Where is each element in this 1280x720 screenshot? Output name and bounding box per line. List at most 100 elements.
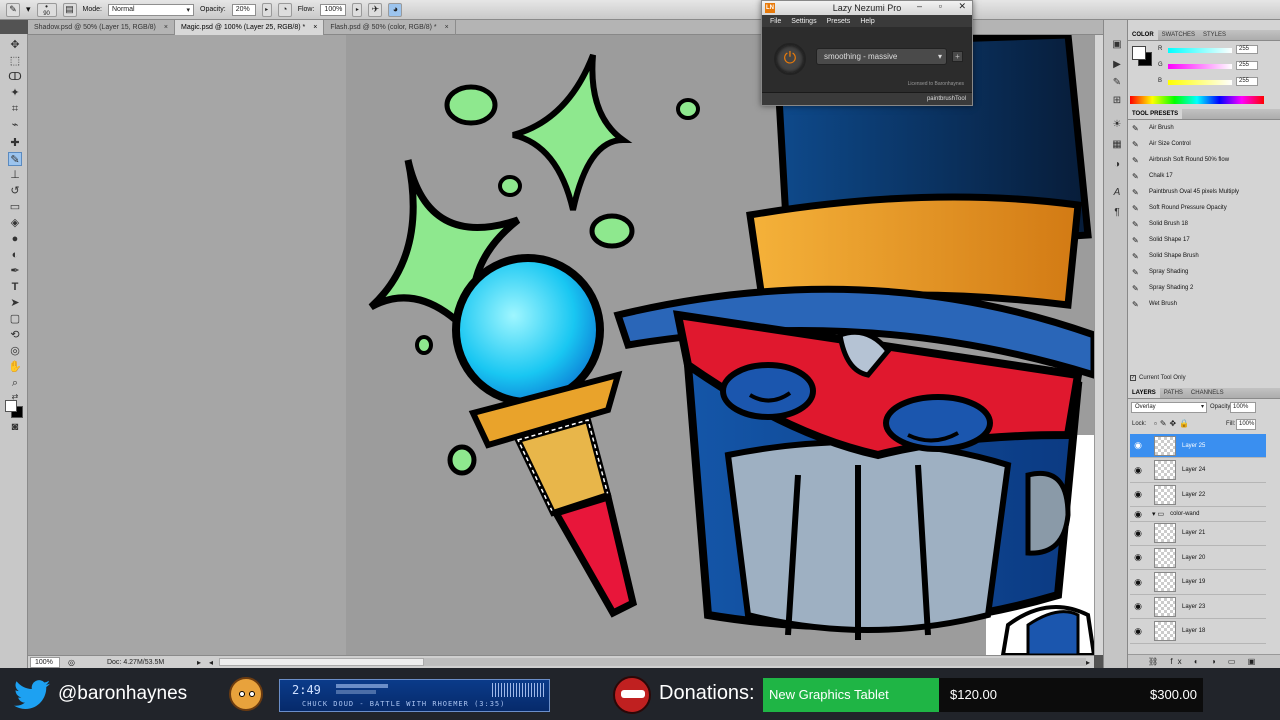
eraser-tool-icon[interactable]: ▭ xyxy=(8,200,22,214)
close-icon[interactable]: × xyxy=(164,20,168,35)
paint-bucket-tool-icon[interactable]: ◈ xyxy=(8,216,22,230)
move-tool-icon[interactable]: ✥ xyxy=(8,38,22,52)
tab-color[interactable]: COLOR xyxy=(1128,30,1158,40)
color-spectrum-bar[interactable] xyxy=(1130,96,1264,104)
eye-icon[interactable]: ◉ xyxy=(1130,509,1146,520)
masks-panel-icon[interactable]: ▦ xyxy=(1110,138,1124,152)
horizontal-scroll-track[interactable] xyxy=(424,658,1086,666)
layers-footer-icons[interactable]: ⛓ fx ◐ ◑ ▭ ▣ 🗑 xyxy=(1128,654,1280,680)
r-slider[interactable] xyxy=(1168,48,1232,53)
eye-icon[interactable]: ◉ xyxy=(1130,489,1146,500)
shape-tool-icon[interactable]: ▢ xyxy=(8,312,22,326)
zoom-field[interactable]: 100% xyxy=(30,656,60,668)
mode-select[interactable]: Normal ▾ xyxy=(108,3,194,16)
path-select-tool-icon[interactable]: ➤ xyxy=(8,296,22,310)
eye-icon[interactable]: ◉ xyxy=(1130,465,1146,476)
doc-tab-shadow[interactable]: Shadow.psd @ 50% (Layer 15, RGB/8) × xyxy=(28,20,175,35)
tab-paths[interactable]: PATHS xyxy=(1160,388,1187,398)
flow-input[interactable]: 100% xyxy=(320,3,347,16)
opacity-slider-toggle[interactable]: ▸ xyxy=(261,2,272,17)
brush-size-picker[interactable]: • 90 xyxy=(36,2,57,17)
brush-presets-panel-icon[interactable]: ✎ xyxy=(1110,76,1124,90)
pressure-size-icon[interactable]: ◕ xyxy=(388,2,403,17)
foreground-color-swatch[interactable] xyxy=(5,400,17,412)
layer-row[interactable]: ◉ Layer 18 xyxy=(1130,620,1266,644)
eye-icon[interactable]: ◉ xyxy=(1130,552,1146,563)
lock-icons[interactable]: ▫✎✥🔒 xyxy=(1154,419,1192,428)
airbrush-icon[interactable]: ✈ xyxy=(368,2,383,17)
tab-layers[interactable]: LAYERS xyxy=(1128,388,1160,398)
power-toggle-icon[interactable]: ⏻ xyxy=(774,43,806,75)
tab-styles[interactable]: STYLES xyxy=(1199,30,1230,40)
paragraph-panel-icon[interactable]: ¶ xyxy=(1110,206,1124,220)
tool-preset-item[interactable]: ✎ Paintbrush Oval 45 pixels Multiply xyxy=(1132,185,1239,199)
close-icon[interactable]: × xyxy=(445,20,449,35)
b-slider[interactable] xyxy=(1168,80,1232,85)
character-panel-icon[interactable]: A xyxy=(1110,186,1124,200)
tool-preset-item[interactable]: ✎ Wet Brush xyxy=(1132,297,1177,311)
tool-preset-item[interactable]: ✎ Airbrush Soft Round 50% flow xyxy=(1132,153,1229,167)
layer-row[interactable]: ◉ Layer 25 xyxy=(1130,434,1266,458)
pressure-opacity-icon[interactable]: ◔ xyxy=(277,2,292,17)
opacity-input[interactable]: 20% xyxy=(231,3,256,16)
tool-preset-item[interactable]: ✎ Spray Shading xyxy=(1132,265,1188,279)
g-value[interactable]: 255 xyxy=(1236,61,1258,70)
brush-tool-icon[interactable]: ✎ xyxy=(6,2,20,17)
stamp-tool-icon[interactable]: ⊥ xyxy=(8,168,22,182)
eye-icon[interactable]: ◉ xyxy=(1130,577,1146,588)
brush-panel-toggle-icon[interactable]: ▤ xyxy=(62,2,77,17)
artwork-illustration[interactable] xyxy=(28,35,1094,655)
layer-row[interactable]: ◉ Layer 21 xyxy=(1130,522,1266,546)
lazy-nezumi-titlebar[interactable]: LN Lazy Nezumi Pro – ▫ ✕ xyxy=(762,1,972,15)
layer-row[interactable]: ◉ Layer 19 xyxy=(1130,571,1266,595)
menu-settings[interactable]: Settings xyxy=(791,18,816,25)
fill-input[interactable]: 100% xyxy=(1236,419,1256,430)
scroll-left-icon[interactable]: ◂ xyxy=(209,658,213,667)
3d-rotate-tool-icon[interactable]: ⟲ xyxy=(8,328,22,342)
horizontal-scroll-thumb[interactable] xyxy=(219,658,425,666)
tool-preset-item[interactable]: ✎ Chalk 17 xyxy=(1132,169,1173,183)
lasso-tool-icon[interactable]: ↀ xyxy=(8,70,22,84)
menu-help[interactable]: Help xyxy=(860,18,874,25)
chevron-down-icon[interactable]: ▾ xyxy=(26,4,31,15)
tab-swatches[interactable]: SWATCHES xyxy=(1158,30,1199,40)
close-icon[interactable]: ✕ xyxy=(958,1,966,12)
doc-tab-magic[interactable]: Magic.psd @ 100% (Layer 25, RGB/8) * × xyxy=(175,20,325,35)
status-menu-arrow[interactable]: ▸ xyxy=(197,658,201,667)
type-tool-icon[interactable]: T xyxy=(8,280,22,294)
add-preset-button[interactable]: + xyxy=(952,51,963,62)
minimize-icon[interactable]: – xyxy=(917,1,922,11)
pen-tool-icon[interactable]: ✒ xyxy=(8,264,22,278)
healing-brush-tool-icon[interactable]: ✚ xyxy=(8,136,22,150)
tool-preset-item[interactable]: ✎ Air Brush xyxy=(1132,121,1174,135)
tool-presets-title[interactable]: TOOL PRESETS xyxy=(1128,109,1183,119)
marquee-tool-icon[interactable]: ⬚ xyxy=(8,54,22,68)
history-panel-icon[interactable]: ▣ xyxy=(1110,38,1124,52)
doc-tab-flash[interactable]: Flash.psd @ 50% (color, RGB/8) * × xyxy=(324,20,456,35)
eye-icon[interactable]: ◉ xyxy=(1130,528,1146,539)
eye-icon[interactable]: ◉ xyxy=(1130,601,1146,612)
maximize-icon[interactable]: ▫ xyxy=(939,1,942,11)
scroll-right-icon[interactable]: ▸ xyxy=(1086,658,1090,667)
tool-preset-item[interactable]: ✎ Soft Round Pressure Opacity xyxy=(1132,201,1227,215)
g-slider[interactable] xyxy=(1168,64,1232,69)
clone-source-panel-icon[interactable]: ⊞ xyxy=(1110,94,1124,108)
tool-preset-item[interactable]: ✎ Air Size Control xyxy=(1132,137,1191,151)
history-brush-tool-icon[interactable]: ↺ xyxy=(8,184,22,198)
folder-icon[interactable]: ▾ ▭ xyxy=(1152,510,1164,518)
zoom-tool-icon[interactable]: ⌕ xyxy=(8,376,22,390)
b-value[interactable]: 255 xyxy=(1236,77,1258,86)
layer-opacity-input[interactable]: 100% xyxy=(1230,402,1256,413)
flow-slider-toggle[interactable]: ▸ xyxy=(352,2,363,17)
layer-row[interactable]: ◉ Layer 22 xyxy=(1130,483,1266,507)
r-value[interactable]: 255 xyxy=(1236,45,1258,54)
adjustments-panel-icon[interactable]: ☀ xyxy=(1110,118,1124,132)
menu-file[interactable]: File xyxy=(770,18,781,25)
brush-tool-icon[interactable]: ✎ xyxy=(8,152,22,166)
tool-preset-item[interactable]: ✎ Solid Shape Brush xyxy=(1132,249,1199,263)
quick-select-tool-icon[interactable]: ✦ xyxy=(8,86,22,100)
close-icon[interactable]: × xyxy=(313,20,317,35)
preset-dropdown[interactable]: smoothing - massive ▾ xyxy=(816,48,947,65)
info-panel-icon[interactable]: ◑ xyxy=(1110,158,1124,172)
hand-tool-icon[interactable]: ✋ xyxy=(8,360,22,374)
